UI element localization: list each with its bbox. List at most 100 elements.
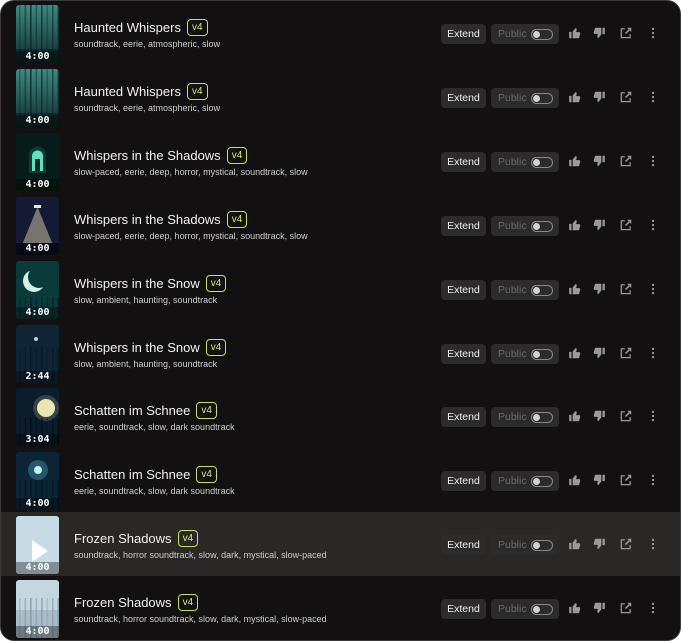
extend-button[interactable]: Extend — [441, 535, 486, 556]
thumbs-down-icon[interactable] — [592, 601, 606, 615]
extend-button[interactable]: Extend — [441, 24, 486, 44]
public-switch[interactable] — [531, 220, 553, 232]
extend-button[interactable]: Extend — [441, 407, 486, 428]
thumbs-down-icon[interactable] — [592, 90, 606, 104]
public-toggle-button[interactable]: Public — [491, 24, 559, 44]
public-toggle-button[interactable]: Public — [491, 87, 559, 108]
cover-art[interactable]: 4:00 — [16, 260, 59, 319]
cover-art[interactable]: 4:00 — [16, 580, 59, 639]
cover-art[interactable]: 4:00 — [16, 132, 59, 191]
song-row[interactable]: 4:00 Schatten im Schnee v4 eerie, soundtr… — [1, 448, 680, 512]
more-vertical-icon[interactable] — [646, 601, 660, 615]
song-title[interactable]: Schatten im Schnee — [74, 403, 190, 418]
share-icon[interactable] — [619, 409, 633, 423]
share-icon[interactable] — [619, 90, 633, 104]
public-toggle-button[interactable]: Public — [491, 599, 559, 620]
extend-button[interactable]: Extend — [441, 279, 486, 300]
public-toggle-button[interactable]: Public — [491, 407, 559, 428]
song-row[interactable]: 4:00 Haunted Whispers v4 soundtrack, eeri… — [1, 65, 680, 129]
share-icon[interactable] — [619, 282, 633, 296]
public-toggle-button[interactable]: Public — [491, 471, 559, 492]
public-switch[interactable] — [531, 412, 553, 424]
more-vertical-icon[interactable] — [646, 537, 660, 551]
song-title[interactable]: Whispers in the Shadows — [74, 212, 221, 227]
thumbs-up-icon[interactable] — [568, 26, 582, 40]
song-row[interactable]: 4:00 Whispers in the Shadows v4 slow-pace… — [1, 129, 680, 193]
thumbs-up-icon[interactable] — [568, 218, 582, 232]
public-switch[interactable] — [531, 540, 553, 552]
share-icon[interactable] — [619, 26, 633, 40]
song-title[interactable]: Whispers in the Snow — [74, 340, 200, 355]
more-vertical-icon[interactable] — [646, 282, 660, 296]
song-row[interactable]: 2:44 Whispers in the Snow v4 slow, ambien… — [1, 321, 680, 385]
extend-button[interactable]: Extend — [441, 599, 486, 620]
extend-button[interactable]: Extend — [441, 215, 486, 236]
extend-button[interactable]: Extend — [441, 87, 486, 108]
cover-art[interactable]: 2:44 — [16, 324, 59, 383]
public-toggle-button[interactable]: Public — [491, 151, 559, 172]
public-toggle-button[interactable]: Public — [491, 279, 559, 300]
share-icon[interactable] — [619, 154, 633, 168]
cover-art[interactable]: 3:04 — [16, 388, 59, 447]
more-vertical-icon[interactable] — [646, 409, 660, 423]
song-row[interactable]: 4:00 Frozen Shadows v4 soundtrack, horror… — [1, 576, 680, 640]
public-toggle-button[interactable]: Public — [491, 343, 559, 364]
public-switch[interactable] — [531, 92, 553, 104]
more-vertical-icon[interactable] — [646, 346, 660, 360]
song-row[interactable]: 4:00 Frozen Shadows v4 soundtrack, horror… — [1, 512, 680, 577]
public-switch[interactable] — [531, 29, 553, 40]
extend-button[interactable]: Extend — [441, 343, 486, 364]
share-icon[interactable] — [619, 346, 633, 360]
cover-art[interactable]: 4:00 — [16, 68, 59, 127]
public-switch[interactable] — [531, 284, 553, 296]
cover-art[interactable]: 4:00 — [16, 196, 59, 255]
more-vertical-icon[interactable] — [646, 218, 660, 232]
song-row[interactable]: 4:00 Whispers in the Shadows v4 slow-pace… — [1, 193, 680, 257]
thumbs-down-icon[interactable] — [592, 154, 606, 168]
cover-art[interactable]: 4:00 — [16, 516, 59, 575]
thumbs-down-icon[interactable] — [592, 282, 606, 296]
public-switch[interactable] — [531, 156, 553, 168]
song-title[interactable]: Whispers in the Shadows — [74, 148, 221, 163]
thumbs-down-icon[interactable] — [592, 26, 606, 40]
share-icon[interactable] — [619, 473, 633, 487]
thumbs-down-icon[interactable] — [592, 473, 606, 487]
thumbs-down-icon[interactable] — [592, 409, 606, 423]
song-title[interactable]: Haunted Whispers — [74, 84, 181, 99]
song-title[interactable]: Frozen Shadows — [74, 531, 172, 546]
song-title[interactable]: Haunted Whispers — [74, 20, 181, 35]
thumbs-up-icon[interactable] — [568, 409, 582, 423]
public-toggle-button[interactable]: Public — [491, 215, 559, 236]
extend-button[interactable]: Extend — [441, 471, 486, 492]
song-title[interactable]: Frozen Shadows — [74, 595, 172, 610]
thumbs-down-icon[interactable] — [592, 537, 606, 551]
thumbs-up-icon[interactable] — [568, 282, 582, 296]
thumbs-up-icon[interactable] — [568, 473, 582, 487]
share-icon[interactable] — [619, 537, 633, 551]
song-title[interactable]: Schatten im Schnee — [74, 467, 190, 482]
public-switch[interactable] — [531, 348, 553, 360]
share-icon[interactable] — [619, 601, 633, 615]
extend-button[interactable]: Extend — [441, 151, 486, 172]
thumbs-up-icon[interactable] — [568, 154, 582, 168]
cover-art[interactable]: 4:00 — [16, 452, 59, 511]
song-title[interactable]: Whispers in the Snow — [74, 276, 200, 291]
public-switch[interactable] — [531, 476, 553, 488]
more-vertical-icon[interactable] — [646, 26, 660, 40]
more-vertical-icon[interactable] — [646, 90, 660, 104]
public-switch[interactable] — [531, 604, 553, 616]
thumbs-down-icon[interactable] — [592, 346, 606, 360]
thumbs-up-icon[interactable] — [568, 346, 582, 360]
song-row[interactable]: 3:04 Schatten im Schnee v4 eerie, soundtr… — [1, 384, 680, 448]
thumbs-up-icon[interactable] — [568, 537, 582, 551]
song-row[interactable]: 4:00 Whispers in the Snow v4 slow, ambien… — [1, 257, 680, 321]
thumbs-up-icon[interactable] — [568, 601, 582, 615]
thumbs-up-icon[interactable] — [568, 90, 582, 104]
more-vertical-icon[interactable] — [646, 473, 660, 487]
share-icon[interactable] — [619, 218, 633, 232]
cover-art[interactable]: 4:00 — [16, 5, 59, 63]
public-toggle-button[interactable]: Public — [491, 535, 559, 556]
more-vertical-icon[interactable] — [646, 154, 660, 168]
thumbs-down-icon[interactable] — [592, 218, 606, 232]
song-row[interactable]: 4:00 Haunted Whispers v4 soundtrack, eeri… — [1, 1, 680, 65]
